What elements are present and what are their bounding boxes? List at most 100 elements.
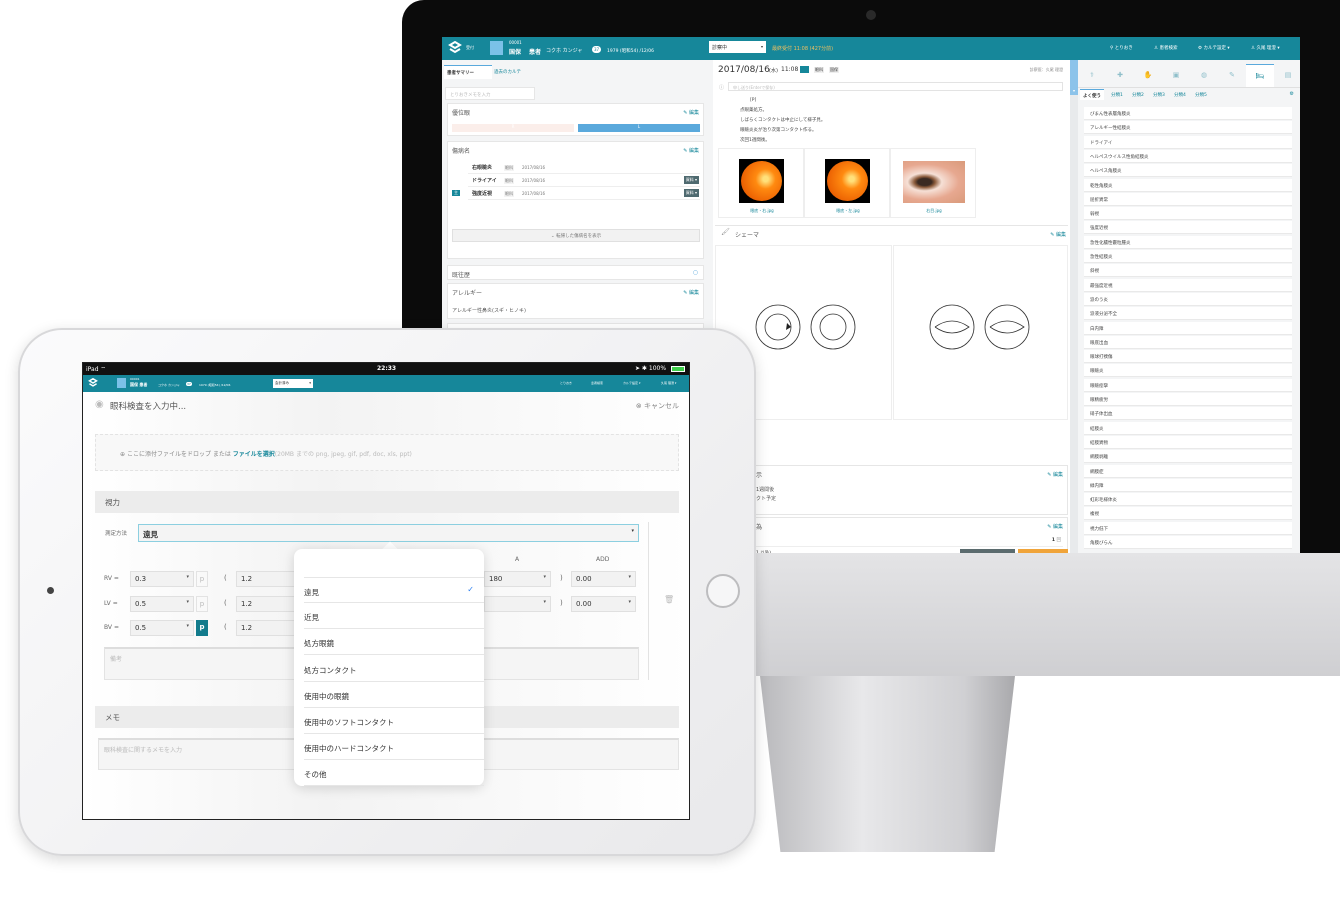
gear-icon[interactable]: ⚙ (1290, 91, 1294, 97)
status-select[interactable]: 診察中 ▾ (709, 41, 766, 53)
nav-patient-search[interactable]: 患者検索 (591, 381, 603, 385)
reception-label[interactable]: 受付 (466, 45, 474, 51)
select-file-link[interactable]: ファイルを選択 (233, 451, 275, 458)
disease-item[interactable]: 涙液分泌不全 (1084, 307, 1292, 321)
show-closed-diagnoses-button[interactable]: ⌄ 転帰した傷病名を表示 (452, 229, 700, 242)
pinhole-toggle[interactable]: p (196, 620, 208, 636)
nav-user-menu[interactable]: ♙ 久尾 理澄 ▾ (1251, 45, 1280, 51)
nav-patient-search[interactable]: ♙ 患者検索 (1154, 45, 1177, 51)
disease-item[interactable]: 白内障 (1084, 321, 1292, 335)
disease-item[interactable]: 緑内障 (1084, 478, 1292, 492)
pinhole-toggle[interactable]: p (196, 595, 208, 612)
disease-item[interactable]: びまん性表層角膜炎 (1084, 107, 1292, 120)
attachment-filename[interactable]: 右目.jpg (891, 208, 977, 214)
dropdown-option[interactable]: 処方コンタクト (304, 656, 484, 682)
disease-item[interactable]: 虹彩毛様体炎 (1084, 493, 1292, 507)
corrected-acuity-select[interactable]: 1.2 (236, 595, 296, 612)
attachment-filename[interactable]: 眼底・右.jpg (719, 208, 805, 214)
document-tab[interactable]: ▤ (1274, 64, 1300, 87)
collapse-toggle[interactable]: ▾ (1070, 60, 1078, 95)
visual-acuity-select[interactable]: 0.5 ▾ (130, 620, 194, 636)
dropdown-option[interactable]: 処方眼鏡 (304, 629, 484, 656)
disease-item[interactable]: 結膜異物 (1084, 435, 1292, 449)
disease-item[interactable]: 最強度近視 (1084, 278, 1292, 292)
disease-item[interactable]: 視力低下 (1084, 521, 1292, 535)
disease-item[interactable]: 乾性角膜炎 (1084, 178, 1292, 192)
attachment-filename[interactable]: 眼底・左.jpg (805, 208, 891, 214)
money-tab[interactable]: ▣ (1162, 64, 1190, 87)
status-select[interactable]: 会計済み ▾ (273, 379, 313, 388)
disease-item[interactable]: ドライアイ (1084, 135, 1292, 149)
secondary-button[interactable] (960, 549, 1015, 553)
pinhole-toggle[interactable]: p (196, 571, 208, 587)
nav-set-aside[interactable]: とりおき (560, 381, 572, 385)
category-tab[interactable]: 分類1 (1108, 89, 1126, 100)
category-tab[interactable]: よく使う (1080, 89, 1104, 100)
tab-past-charts[interactable]: 過去のカルテ (494, 69, 521, 75)
disease-item[interactable]: 涙のう炎 (1084, 292, 1292, 306)
attachment-card[interactable]: 眼底・右.jpg (718, 148, 804, 218)
diagnosis-name[interactable]: 強度近視 (472, 190, 492, 197)
bed-tab[interactable]: 🛏 (1246, 64, 1274, 87)
disease-item[interactable]: 網膜症 (1084, 464, 1292, 478)
edit-button[interactable]: ✎ 編集 (1047, 523, 1063, 530)
nav-chart-settings[interactable]: ⚙ カルテ設定 ▾ (1198, 45, 1230, 51)
dropdown-option[interactable]: 使用中のハードコンタクト (304, 734, 484, 761)
axis-select[interactable]: 180 ▾ (484, 571, 551, 587)
disease-item[interactable]: 角膜びらん (1084, 536, 1292, 549)
dropdown-option[interactable]: その他 (304, 760, 484, 787)
corrected-acuity-select[interactable]: 1.2 (236, 620, 296, 636)
primary-button[interactable] (1018, 549, 1068, 553)
right-eye-bar[interactable]: R (452, 124, 574, 132)
nav-chart-settings[interactable]: カルテ設定 ▾ (623, 381, 640, 385)
disease-item[interactable]: 屈折異常 (1084, 192, 1292, 206)
edit-button[interactable]: ✎ 編集 (683, 109, 699, 116)
disease-item[interactable]: 眼精疲労 (1084, 393, 1292, 406)
schema-drawing[interactable] (715, 245, 1068, 420)
syringe-tab[interactable]: ✎ (1218, 64, 1246, 87)
pill-tab[interactable]: ◍ (1190, 64, 1218, 87)
logo-icon[interactable] (88, 378, 98, 388)
category-tab[interactable]: 分類2 (1129, 89, 1147, 100)
edit-button[interactable]: ✎ 編集 (683, 289, 699, 296)
dropdown-option[interactable]: 遠見 ✓ (304, 577, 484, 603)
dropdown-option[interactable]: 使用中の眼鏡 (304, 682, 484, 708)
add-select[interactable]: 0.00 ▾ (571, 595, 636, 612)
nav-set-aside[interactable]: ⚲ とりおき (1110, 45, 1133, 51)
diagnosis-action-button[interactable]: 資料 ▾ (683, 189, 699, 197)
diagnosis-name[interactable]: 右眼瞼炎 (472, 164, 492, 171)
edit-button[interactable]: ✎ 編集 (1050, 231, 1066, 238)
stethoscope-tab[interactable]: ⚕ (1078, 64, 1106, 87)
file-dropzone[interactable]: ⊕ ここに添付ファイルをドロップ または ファイルを選択(20MB までの pn… (95, 434, 679, 471)
attachment-card[interactable]: 眼底・左.jpg (804, 148, 890, 218)
disease-item[interactable]: アレルギー性結膜炎 (1084, 121, 1292, 135)
category-tab[interactable]: 分類5 (1192, 89, 1210, 100)
diagnosis-name[interactable]: ドライアイ (472, 177, 497, 184)
tab-patient-summary[interactable]: 患者サマリー (444, 65, 492, 79)
disease-item[interactable]: 複視 (1084, 507, 1292, 521)
edit-button[interactable]: ✎ 編集 (683, 147, 699, 154)
add-select[interactable]: 0.00 ▾ (571, 571, 636, 587)
trash-icon[interactable]: 🗑 (664, 595, 674, 604)
left-eye-bar[interactable]: L (578, 124, 700, 132)
home-button[interactable] (706, 574, 740, 608)
disease-item[interactable]: ヘルペス角膜炎 (1084, 164, 1292, 178)
corrected-acuity-select[interactable]: 1.2 (236, 571, 296, 587)
cancel-button[interactable]: ⊗ キャンセル (636, 401, 679, 411)
disease-item[interactable]: 弱視 (1084, 207, 1292, 221)
add-icon[interactable]: ○ (693, 269, 698, 276)
disease-item[interactable]: 急性結膜炎 (1084, 250, 1292, 263)
category-tab[interactable]: 分類3 (1150, 89, 1168, 100)
scrollbar[interactable]: ▾ (1070, 60, 1078, 553)
medkit-tab[interactable]: ✚ (1106, 64, 1134, 87)
memo-input[interactable]: とりおきメモを入力 (445, 87, 535, 100)
dropdown-option[interactable]: 使用中のソフトコンタクト (304, 708, 484, 734)
method-select[interactable]: 遠見 ▾ (138, 524, 639, 542)
disease-item[interactable]: 急性化膿性霰粒腫炎 (1084, 235, 1292, 249)
disease-item[interactable]: 硝子体出血 (1084, 407, 1292, 421)
disease-item[interactable]: 眼瞼炎 (1084, 364, 1292, 378)
edit-button[interactable]: ✎ 編集 (1047, 471, 1063, 478)
logo-icon[interactable] (448, 41, 462, 55)
visual-acuity-select[interactable]: 0.5 ▾ (130, 595, 194, 612)
category-tab[interactable]: 分類4 (1171, 89, 1189, 100)
